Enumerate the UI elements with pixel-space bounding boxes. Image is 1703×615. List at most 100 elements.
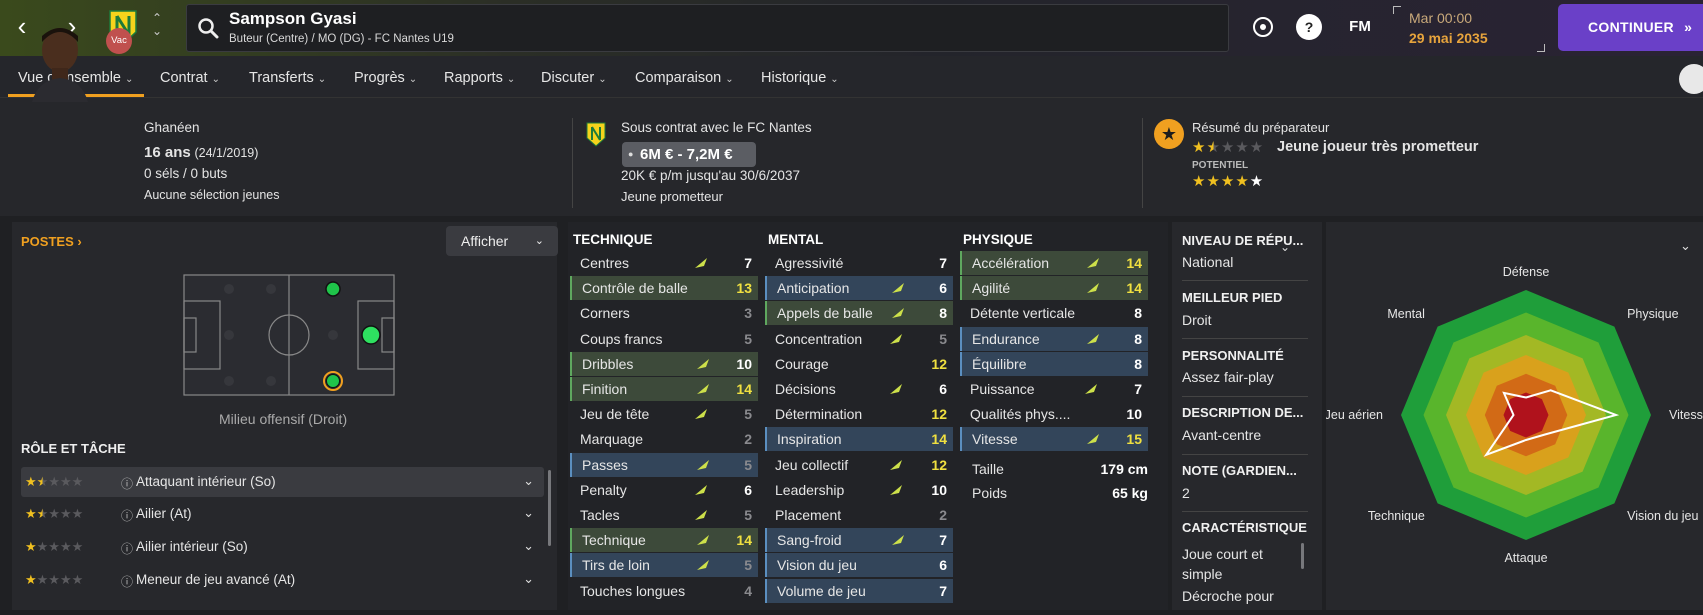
vac-badge[interactable]: Vac	[106, 28, 132, 54]
attribute-row[interactable]: Tirs de loin 5	[570, 553, 758, 578]
chevron-down-icon[interactable]: ⌄	[523, 538, 534, 554]
positions-title[interactable]: POSTES ›	[21, 234, 82, 249]
roles-scrollbar[interactable]	[548, 470, 551, 546]
attribute-label: Marquage	[580, 431, 644, 448]
attribute-row[interactable]: Accélération 14	[960, 251, 1148, 275]
tab-comparison[interactable]: Comparaison ⌄	[635, 70, 734, 86]
attribute-value: 5	[744, 330, 752, 347]
attribute-value: 7	[1134, 381, 1142, 397]
continue-button[interactable]: CONTINUER »	[1558, 4, 1703, 51]
attribute-value: 6	[939, 557, 947, 574]
manager-avatar-icon[interactable]	[1679, 64, 1703, 94]
attribute-row[interactable]: Puissance 7	[960, 377, 1148, 401]
progress-arrow-icon	[890, 333, 902, 344]
tab-transfers[interactable]: Transferts ⌄	[249, 70, 326, 86]
radar-label: Jeu aérien	[1326, 408, 1383, 422]
progress-arrow-icon	[1087, 333, 1099, 344]
attribute-row[interactable]: Jeu de tête 5	[570, 402, 758, 426]
attribute-row[interactable]: Coups francs 5	[570, 327, 758, 351]
fm-menu-icon[interactable]: FM	[1342, 14, 1378, 40]
attribute-row[interactable]: Centres 7	[570, 251, 758, 275]
tab-discuss[interactable]: Discuter ⌄	[541, 70, 607, 86]
chevron-down-icon[interactable]: ⌄	[1280, 240, 1290, 254]
attribute-row[interactable]: Concentration 5	[765, 327, 953, 351]
chevron-down-icon[interactable]: ⌄	[523, 505, 534, 521]
chevron-down-icon[interactable]: ⌄	[1680, 238, 1691, 254]
tab-progress[interactable]: Progrès ⌄	[354, 70, 417, 86]
info-icon[interactable]: ⓘ	[121, 475, 133, 492]
attribute-row[interactable]: Dribbles 10	[570, 351, 758, 376]
attribute-row[interactable]: Contrôle de balle 13	[570, 276, 758, 301]
role-row[interactable]: ★★★★★ ⓘ Ailier (At) ⌄	[21, 499, 544, 529]
attribute-label: Centres	[580, 255, 630, 271]
attribute-row[interactable]: Appels de balle 8	[765, 301, 953, 326]
attribute-row[interactable]: Anticipation 6	[765, 276, 953, 301]
attribute-row[interactable]: Agilité 14	[960, 276, 1148, 301]
personality-title: PERSONNALITÉ	[1182, 348, 1284, 363]
search-icon[interactable]	[197, 17, 219, 39]
contract-club: Sous contrat avec le FC Nantes	[621, 120, 812, 135]
progress-arrow-icon	[892, 308, 904, 319]
attribute-row[interactable]: Leadership 10	[765, 478, 953, 502]
search-box[interactable]: Sampson Gyasi Buteur (Centre) / MO (DG) …	[186, 4, 1229, 52]
ball-icon[interactable]	[1250, 14, 1276, 40]
attribute-label: Courage	[775, 355, 829, 372]
attribute-row[interactable]: Détermination 12	[765, 402, 953, 426]
game-date: Mar 00:00 29 mai 2035	[1393, 6, 1545, 52]
attribute-row[interactable]: Décisions 6	[765, 377, 953, 401]
attribute-row[interactable]: Passes 5	[570, 452, 758, 477]
attribute-row[interactable]: Vitesse 15	[960, 427, 1148, 452]
value-range-text: 6M € - 7,2M €	[640, 146, 733, 163]
attribute-value: 5	[744, 507, 752, 523]
attribute-label: Coups francs	[580, 330, 663, 347]
role-row[interactable]: ★★★★★ ⓘ Meneur de jeu avancé (At) ⌄	[21, 565, 544, 595]
attribute-row[interactable]: Finition 14	[570, 377, 758, 401]
attribute-row[interactable]: Courage 12	[765, 352, 953, 376]
role-label: Ailier intérieur (So)	[136, 539, 248, 554]
attribute-row[interactable]: Inspiration 14	[765, 427, 953, 452]
attribute-label: Inspiration	[777, 431, 842, 448]
age-line: 16 ans (24/1/2019)	[144, 144, 258, 161]
chevron-down-icon[interactable]: ⌄	[523, 473, 534, 489]
attribute-label: Dribbles	[582, 355, 634, 372]
attribute-row[interactable]: Équilibre 8	[960, 351, 1148, 376]
display-dropdown[interactable]: Afficher ⌄	[446, 226, 558, 256]
info-icon[interactable]: ⓘ	[121, 540, 133, 557]
attribute-row[interactable]: Placement 2	[765, 503, 953, 527]
attribute-row[interactable]: Corners 3	[570, 301, 758, 325]
attribute-row[interactable]: Volume de jeu 7	[765, 578, 953, 603]
attribute-row[interactable]: Vision du jeu 6	[765, 553, 953, 578]
traits-scrollbar[interactable]	[1301, 543, 1304, 569]
player-switch-arrows[interactable]: ⌃ ⌄	[150, 12, 164, 38]
attribute-row[interactable]: Sang-froid 7	[765, 528, 953, 553]
help-icon[interactable]: ?	[1296, 14, 1322, 40]
roles-title: RÔLE ET TÂCHE	[21, 441, 126, 456]
role-row[interactable]: ★★★★★ ⓘ Ailier intérieur (So) ⌄	[21, 532, 544, 562]
attribute-row[interactable]: Touches longues 4	[570, 579, 758, 603]
attribute-row[interactable]: Tacles 5	[570, 503, 758, 527]
chevron-down-icon[interactable]: ⌄	[523, 571, 534, 587]
info-icon[interactable]: ⓘ	[121, 507, 133, 524]
divider	[1182, 511, 1308, 512]
attribute-label: Appels de balle	[777, 305, 873, 322]
tab-reports[interactable]: Rapports ⌄	[444, 70, 515, 86]
role-row[interactable]: ★★★★★ ⓘ Attaquant intérieur (So) ⌄	[21, 467, 544, 497]
attribute-row[interactable]: Technique 14	[570, 528, 758, 553]
attribute-row[interactable]: Qualités phys.... 10	[960, 402, 1148, 426]
top-bar: ‹ › ⌃ ⌄ Sampson Gyasi Buteur (Centre) / M…	[0, 0, 1703, 56]
attribute-label: Tirs de loin	[582, 557, 650, 574]
tab-history[interactable]: Historique ⌄	[761, 70, 839, 86]
attribute-row[interactable]: Penalty 6	[570, 478, 758, 502]
attribute-row[interactable]: Agressivité 7	[765, 251, 953, 275]
attribute-row[interactable]: Endurance 8	[960, 326, 1148, 351]
position-label: Milieu offensif (Droit)	[219, 411, 348, 427]
progress-arrow-icon	[697, 384, 709, 394]
tab-contract[interactable]: Contrat ⌄	[160, 70, 220, 86]
physique-title: PHYSIQUE	[963, 232, 1033, 247]
attribute-row[interactable]: Jeu collectif 12	[765, 453, 953, 477]
attribute-row[interactable]: Détente verticale 8	[960, 301, 1148, 325]
value-range[interactable]: ● 6M € - 7,2M €	[622, 142, 756, 167]
coach-star-icon: ★	[1154, 119, 1184, 149]
attribute-row[interactable]: Marquage 2	[570, 427, 758, 451]
info-icon[interactable]: ⓘ	[121, 573, 133, 590]
